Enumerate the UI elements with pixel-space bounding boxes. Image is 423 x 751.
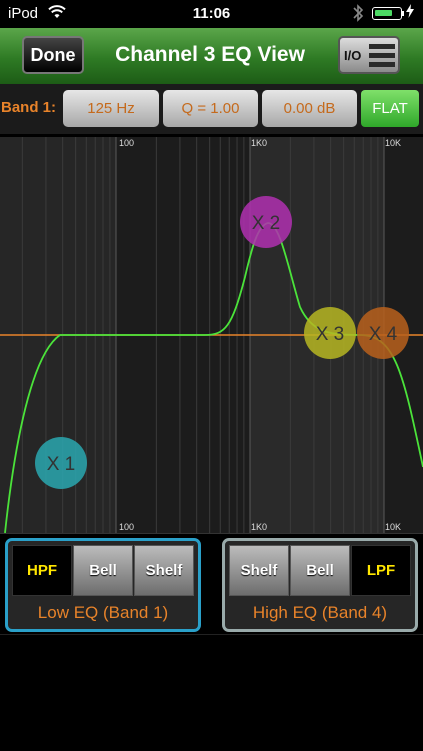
navigation-bar: Done Channel 3 EQ View I/O [0,28,423,85]
eq-node-label: X 2 [252,213,281,234]
io-bar-icon [369,53,395,58]
gain-field[interactable]: 0.00 dB [262,90,357,127]
high-shelf-button[interactable]: Shelf [229,545,289,596]
empty-panel [0,634,423,751]
eq-node-1[interactable]: X 1 [35,437,87,489]
high-eq-caption: High EQ (Band 4) [252,603,388,622]
high-bell-button[interactable]: Bell [290,545,350,596]
q-field[interactable]: Q = 1.00 [163,90,258,127]
charging-bolt-icon [406,4,414,21]
low-bell-button[interactable]: Bell [73,545,133,596]
low-eq-caption: Low EQ (Band 1) [37,603,169,622]
low-eq-group: HPF Bell Shelf Low EQ (Band 1) [5,538,201,632]
flat-button[interactable]: FLAT [361,90,419,127]
tick-label-top: 100 [119,138,134,148]
io-bar-icon [369,44,395,49]
status-bar: iPod 11:06 [0,0,423,28]
low-hpf-button[interactable]: HPF [12,545,72,596]
battery-tip [402,11,404,16]
eq-node-3[interactable]: X 3 [304,307,356,359]
eq-node-label: X 1 [47,454,76,475]
eq-node-2[interactable]: X 2 [240,196,292,248]
eq-graph[interactable]: X 1 X 2 X 3 X 4 100 1K0 10K 100 1K0 10K [0,137,423,533]
tick-label-top: 1K0 [251,138,267,148]
tick-label-bottom: 1K0 [251,522,267,532]
eq-type-panel: HPF Bell Shelf Low EQ (Band 1) Shelf Bel… [0,533,423,635]
battery-icon [372,7,402,20]
done-button[interactable]: Done [22,36,84,74]
band-label: Band 1: [1,99,57,116]
eq-node-label: X 3 [316,324,345,345]
page-title: Channel 3 EQ View [115,43,305,66]
eq-node-label: X 4 [369,324,398,345]
frequency-field[interactable]: 125 Hz [63,90,159,127]
io-bar-icon [369,62,395,67]
io-label: I/O [344,48,362,63]
low-shelf-button[interactable]: Shelf [134,545,194,596]
tick-label-top: 10K [385,138,401,148]
tick-label-bottom: 10K [385,522,401,532]
high-lpf-button[interactable]: LPF [351,545,411,596]
eq-graph-canvas: X 1 X 2 X 3 X 4 100 1K0 10K 100 1K0 10K [0,137,423,533]
io-button[interactable]: I/O [338,36,400,74]
band-parameter-bar: Band 1: 125 Hz Q = 1.00 0.00 dB FLAT [0,84,423,134]
eq-node-4[interactable]: X 4 [357,307,409,359]
high-eq-group: Shelf Bell LPF High EQ (Band 4) [222,538,418,632]
tick-label-bottom: 100 [119,522,134,532]
bluetooth-icon [352,3,364,27]
